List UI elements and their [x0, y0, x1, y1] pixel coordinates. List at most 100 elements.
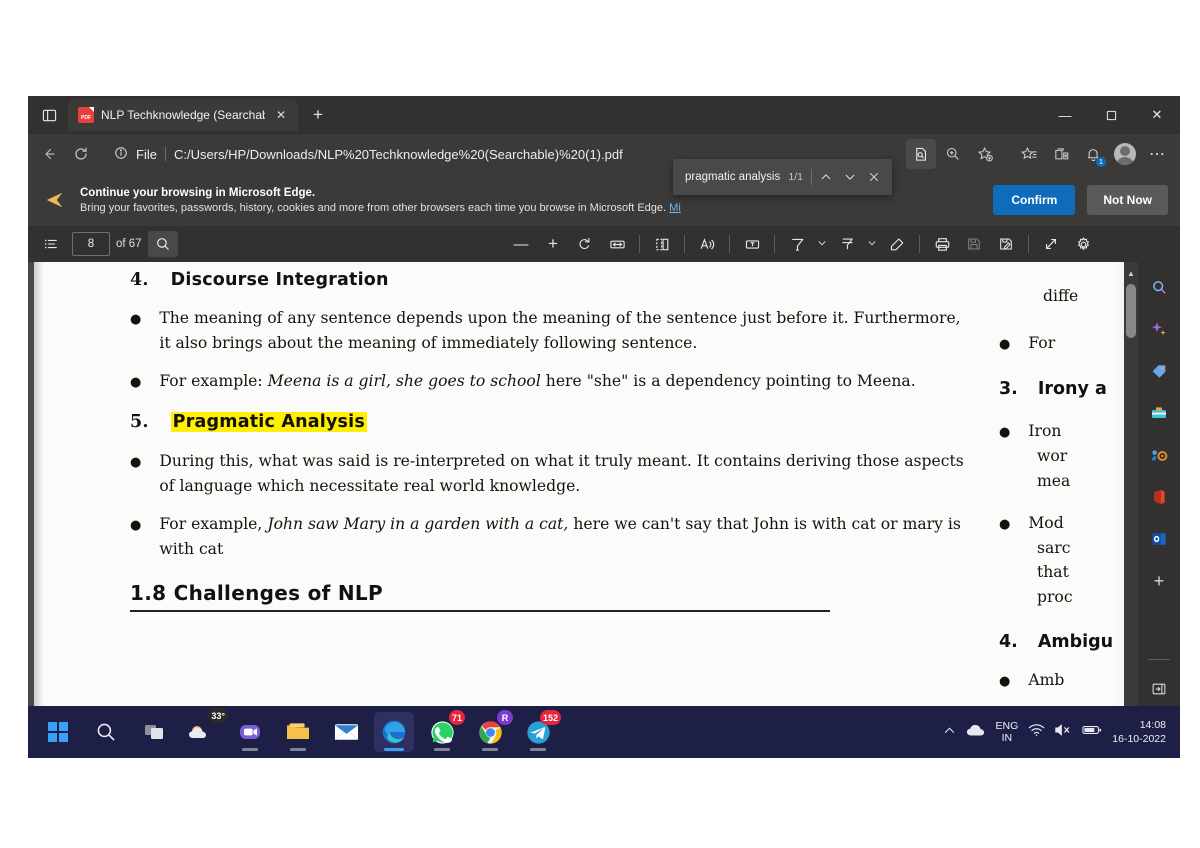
outlook-icon[interactable]	[1146, 526, 1172, 552]
clock[interactable]: 14:08 16-10-2022	[1112, 718, 1166, 746]
vertical-scrollbar-thumb[interactable]	[1126, 284, 1136, 338]
read-aloud-icon[interactable]	[906, 139, 936, 169]
search-icon[interactable]	[147, 231, 178, 257]
mail-app[interactable]	[326, 712, 366, 752]
fit-to-width-icon[interactable]	[602, 231, 632, 257]
add-text-icon[interactable]	[737, 231, 767, 257]
favorites-icon[interactable]	[1014, 139, 1044, 169]
app-running-indicator	[530, 748, 546, 751]
games-icon[interactable]	[1146, 442, 1172, 468]
back-button[interactable]	[34, 139, 64, 169]
sidebar-divider	[1148, 659, 1170, 660]
scroll-up-arrow-icon[interactable]: ▲	[1124, 264, 1138, 282]
zoom-icon[interactable]	[938, 139, 968, 169]
clock-date: 16-10-2022	[1112, 733, 1166, 745]
copilot-icon[interactable]	[1146, 316, 1172, 342]
page-spine-shadow	[34, 262, 44, 732]
confirm-button[interactable]: Confirm	[993, 185, 1076, 215]
search-icon[interactable]	[1146, 274, 1172, 300]
print-icon[interactable]	[927, 231, 957, 257]
app-active-indicator	[384, 748, 404, 751]
add-favorite-icon[interactable]	[970, 139, 1000, 169]
read-aloud-icon[interactable]	[692, 231, 722, 257]
office-icon[interactable]	[1146, 484, 1172, 510]
notifications-icon[interactable]: 1	[1078, 139, 1108, 169]
page-view-icon[interactable]	[647, 231, 677, 257]
table-of-contents-icon[interactable]	[36, 231, 66, 257]
draw-icon[interactable]	[782, 231, 812, 257]
customize-sidebar-icon[interactable]	[1146, 676, 1172, 702]
settings-more-icon[interactable]: ⋯	[1142, 139, 1172, 169]
find-close-icon[interactable]	[862, 164, 886, 190]
wifi-icon[interactable]	[1028, 723, 1045, 742]
heading-5-number: 5.	[130, 411, 149, 432]
right-heading-3-text: Irony a	[1037, 379, 1107, 400]
refresh-button[interactable]	[66, 139, 96, 169]
address-bar-row: File C:/Users/HP/Downloads/NLP%20Techkno…	[28, 134, 1180, 174]
import-data-icon	[42, 190, 68, 210]
erase-icon[interactable]	[882, 231, 912, 257]
task-view-button[interactable]	[134, 712, 174, 752]
find-next-icon[interactable]	[838, 164, 862, 190]
shopping-tag-icon[interactable]	[1146, 358, 1172, 384]
browser-tab[interactable]: PDF NLP Techknowledge (Searchable ✕	[68, 99, 298, 131]
telegram[interactable]: 152	[518, 710, 561, 752]
zoom-in-button[interactable]: +	[538, 231, 568, 257]
volume-muted-icon[interactable]	[1054, 723, 1073, 742]
not-now-button[interactable]: Not Now	[1087, 185, 1168, 215]
file-explorer[interactable]	[278, 712, 318, 752]
bullet-text: During this, what was said is re-interpr…	[159, 451, 964, 495]
profile-icon[interactable]	[1110, 139, 1140, 169]
vertical-scrollbar[interactable]: ▲ ▼	[1124, 262, 1138, 756]
url-scheme-label: File	[136, 146, 157, 162]
find-query-input[interactable]: pragmatic analysis	[685, 171, 788, 183]
notification-link[interactable]: Mi	[669, 202, 681, 214]
highlight-icon[interactable]	[832, 231, 862, 257]
bullet-discourse-1: ● The meaning of any sentence depends up…	[130, 306, 970, 355]
add-sidebar-app-icon[interactable]: +	[1146, 568, 1172, 594]
bullet-dot: ●	[999, 517, 1011, 533]
notification-badge: 1	[1096, 157, 1106, 167]
page-number-input[interactable]: 8	[72, 232, 110, 256]
save-as-icon[interactable]	[991, 231, 1021, 257]
close-tab-icon[interactable]: ✕	[272, 106, 290, 124]
bullet-dot: ●	[999, 425, 1011, 441]
show-hidden-icons-chevron-up-icon[interactable]	[943, 724, 956, 740]
highlight-options-chevron-down-icon[interactable]	[864, 238, 880, 250]
battery-icon[interactable]	[1082, 723, 1102, 741]
bullet-discourse-2: ● For example: Meena is a girl, she goes…	[130, 369, 970, 394]
bullet-text: For example, John saw Mary in a garden w…	[159, 515, 961, 558]
new-tab-button[interactable]: +	[304, 101, 332, 129]
language-indicator[interactable]: ENG IN	[996, 720, 1019, 745]
cloud-icon[interactable]	[966, 723, 986, 742]
close-window-button[interactable]: ✕	[1134, 96, 1180, 134]
tab-actions-icon[interactable]	[34, 101, 64, 129]
app-running-indicator	[434, 748, 450, 751]
start-button[interactable]	[38, 712, 78, 752]
more-settings-icon[interactable]	[1068, 231, 1098, 257]
whatsapp[interactable]: 71	[422, 710, 465, 752]
microsoft-edge[interactable]	[374, 712, 414, 752]
find-previous-icon[interactable]	[814, 164, 838, 190]
tools-icon[interactable]	[1146, 400, 1172, 426]
tab-strip-left: PDF NLP Techknowledge (Searchable ✕ +	[28, 96, 332, 134]
zoom-app[interactable]	[230, 712, 270, 752]
minimize-button[interactable]: —	[1042, 96, 1088, 134]
save-icon[interactable]	[959, 231, 989, 257]
zoom-out-button[interactable]: —	[506, 231, 536, 257]
maximize-button[interactable]	[1088, 96, 1134, 134]
draw-options-chevron-down-icon[interactable]	[814, 238, 830, 250]
pdf-favicon: PDF	[78, 107, 94, 123]
weather-widget[interactable]: 33°	[182, 708, 228, 752]
bullet-dot: ●	[130, 518, 142, 534]
url-text: C:/Users/HP/Downloads/NLP%20Techknowledg…	[173, 146, 623, 162]
site-info-icon[interactable]	[114, 146, 128, 163]
fullscreen-icon[interactable]	[1036, 231, 1066, 257]
heading-4-title: Discourse Integration	[170, 270, 389, 290]
google-chrome[interactable]: R	[470, 710, 513, 752]
tab-strip: PDF NLP Techknowledge (Searchable ✕ + — …	[28, 96, 1180, 134]
collections-icon[interactable]	[1046, 139, 1076, 169]
search-button[interactable]	[86, 712, 126, 752]
rotate-icon[interactable]	[570, 231, 600, 257]
heading-pragmatic-analysis: 5. Pragmatic Analysis	[130, 411, 970, 432]
